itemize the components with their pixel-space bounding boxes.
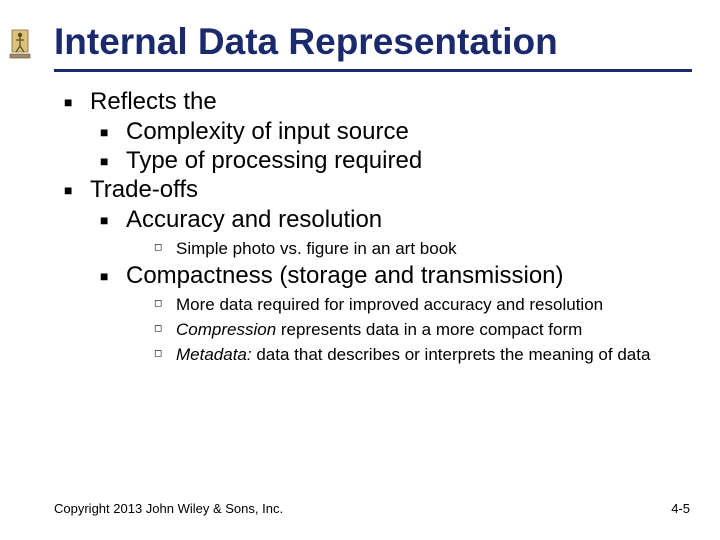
bullet-level3: ◻ Simple photo vs. figure in an art book [154, 238, 692, 259]
square-bullet-icon: ■ [100, 118, 126, 146]
square-bullet-icon: ■ [100, 262, 126, 290]
bullet-text: Compactness (storage and transmission) [126, 262, 564, 290]
square-bullet-icon: ■ [100, 147, 126, 175]
slide-title: Internal Data Representation [54, 22, 692, 72]
hollow-square-bullet-icon: ◻ [154, 344, 176, 365]
bullet-level3: ◻ More data required for improved accura… [154, 294, 692, 315]
bullet-level1: ■ Reflects the [64, 88, 692, 116]
bullet-text: Type of processing required [126, 147, 422, 175]
bullet-level1: ■ Trade-offs [64, 176, 692, 204]
bullet-text: Metadata: data that describes or interpr… [176, 344, 668, 365]
bullet-level3: ◻ Metadata: data that describes or inter… [154, 344, 692, 365]
bullet-text: Accuracy and resolution [126, 206, 382, 234]
bullet-level2: ■ Compactness (storage and transmission) [100, 262, 692, 290]
bullet-level2: ■ Complexity of input source [100, 118, 692, 146]
hollow-square-bullet-icon: ◻ [154, 238, 176, 259]
square-bullet-icon: ■ [100, 206, 126, 234]
page-number: 4-5 [671, 501, 690, 516]
square-bullet-icon: ■ [64, 176, 90, 204]
copyright-text: Copyright 2013 John Wiley & Sons, Inc. [54, 501, 283, 516]
bullet-text: Complexity of input source [126, 118, 409, 146]
square-bullet-icon: ■ [64, 88, 90, 116]
bullet-level2: ■ Accuracy and resolution [100, 206, 692, 234]
bullet-level2: ■ Type of processing required [100, 147, 692, 175]
slide-footer: Copyright 2013 John Wiley & Sons, Inc. 4… [54, 501, 690, 516]
bullet-text: Reflects the [90, 88, 217, 116]
emphasis-term: Metadata: [176, 345, 252, 364]
slide-decoration-icon [8, 26, 32, 66]
bullet-text: Trade-offs [90, 176, 198, 204]
bullet-text-tail: data that describes or interprets the me… [252, 345, 651, 364]
slide-content: ■ Reflects the ■ Complexity of input sou… [54, 88, 692, 366]
slide: Internal Data Representation ■ Reflects … [0, 0, 720, 540]
emphasis-term: Compression [176, 320, 276, 339]
bullet-text: Compression represents data in a more co… [176, 319, 600, 340]
hollow-square-bullet-icon: ◻ [154, 294, 176, 315]
bullet-level3: ◻ Compression represents data in a more … [154, 319, 692, 340]
bullet-text: Simple photo vs. figure in an art book [176, 238, 475, 259]
hollow-square-bullet-icon: ◻ [154, 319, 176, 340]
bullet-text-tail: represents data in a more compact form [276, 320, 582, 339]
bullet-text: More data required for improved accuracy… [176, 294, 621, 315]
